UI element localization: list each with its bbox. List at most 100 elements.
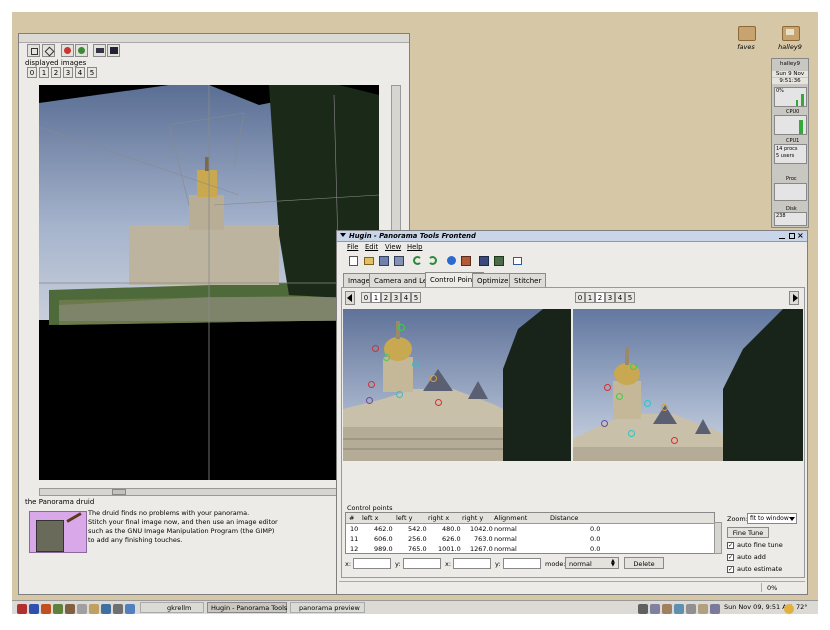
right-image-4[interactable]: 4 — [615, 292, 625, 303]
right-image-0[interactable]: 0 — [575, 292, 585, 303]
col-header-right-x[interactable]: right x — [428, 514, 449, 522]
stitch-icon[interactable] — [461, 256, 471, 266]
desktop-icon-home[interactable]: halley9 — [776, 24, 804, 54]
launcher-icon[interactable] — [41, 604, 51, 614]
panorama-preview-canvas[interactable] — [39, 85, 379, 480]
tray-icon[interactable] — [650, 604, 660, 614]
control-point-marker[interactable] — [372, 345, 379, 352]
right-image-1[interactable]: 1 — [585, 292, 595, 303]
control-point-marker[interactable] — [412, 361, 419, 368]
right-image-3[interactable]: 3 — [605, 292, 615, 303]
task-hugin[interactable]: Hugin - Panorama Tools — [207, 602, 287, 613]
window-menu-icon[interactable] — [340, 233, 346, 237]
table-row[interactable]: 10 462.0 542.0 480.0 1042.0 normal 0.0 — [346, 524, 714, 534]
tray-icon[interactable] — [674, 604, 684, 614]
minimize-icon[interactable] — [779, 233, 785, 239]
auto-estimate-checkbox[interactable]: ✓ — [727, 566, 734, 573]
left-image-3[interactable]: 3 — [391, 292, 401, 303]
menu-edit[interactable]: Edit — [365, 242, 378, 252]
scrollbar-thumb[interactable] — [112, 489, 126, 495]
col-header-left-x[interactable]: left x — [362, 514, 378, 522]
menu-help[interactable]: Help — [407, 242, 423, 252]
control-point-marker[interactable] — [398, 324, 405, 331]
control-point-marker[interactable] — [601, 420, 608, 427]
right-y-input[interactable] — [503, 558, 541, 569]
display-image-3[interactable]: 3 — [63, 67, 73, 78]
new-project-icon[interactable] — [349, 256, 358, 266]
control-point-marker[interactable] — [630, 363, 637, 370]
launcher-icon[interactable] — [101, 604, 111, 614]
delete-button[interactable]: Delete — [624, 557, 664, 569]
menu-file[interactable]: File — [347, 242, 358, 252]
open-project-icon[interactable] — [364, 257, 374, 265]
fine-tune-button[interactable]: Fine Tune — [727, 527, 769, 538]
col-header-distance[interactable]: Distance — [550, 514, 578, 522]
optimize-icon[interactable] — [447, 256, 456, 265]
control-point-marker[interactable] — [435, 399, 442, 406]
fit-icon[interactable] — [27, 44, 40, 57]
table-row[interactable]: 12 989.0 765.0 1001.0 1267.0 normal 0.0 — [346, 544, 714, 553]
control-point-marker[interactable] — [616, 393, 623, 400]
center-icon[interactable] — [42, 44, 55, 57]
col-header-right-y[interactable]: right y — [462, 514, 483, 522]
left-y-input[interactable] — [403, 558, 441, 569]
preview-icon[interactable] — [479, 256, 489, 266]
preview-horizontal-scrollbar[interactable] — [39, 488, 379, 496]
control-points-icon[interactable] — [494, 256, 504, 266]
hugin-titlebar[interactable]: Hugin - Panorama Tools Frontend × — [337, 231, 807, 242]
control-point-marker[interactable] — [604, 384, 611, 391]
right-image-2[interactable]: 2 — [595, 292, 605, 303]
tray-icon[interactable] — [710, 604, 720, 614]
zoom-select[interactable]: fit to window — [747, 513, 797, 524]
control-point-marker[interactable] — [383, 354, 390, 361]
auto-add-checkbox[interactable]: ✓ — [727, 554, 734, 561]
tray-icon[interactable] — [698, 604, 708, 614]
control-point-marker[interactable] — [628, 430, 635, 437]
task-panorama-preview[interactable]: panorama preview — [290, 602, 365, 613]
update-icon[interactable] — [75, 44, 88, 57]
left-image-1[interactable]: 1 — [371, 292, 381, 303]
info-icon[interactable] — [513, 257, 522, 265]
launcher-icon[interactable] — [77, 604, 87, 614]
launcher-icon[interactable] — [125, 604, 135, 614]
show-none-icon[interactable] — [107, 44, 120, 57]
auto-fine-tune-checkbox[interactable]: ✓ — [727, 542, 734, 549]
start-icon[interactable] — [17, 604, 27, 614]
right-x-input[interactable] — [453, 558, 491, 569]
table-scrollbar[interactable] — [714, 522, 722, 554]
left-image-4[interactable]: 4 — [401, 292, 411, 303]
next-image-arrow[interactable] — [789, 291, 799, 305]
tray-icon[interactable] — [662, 604, 672, 614]
display-image-4[interactable]: 4 — [75, 67, 85, 78]
control-point-marker[interactable] — [644, 400, 651, 407]
maximize-icon[interactable] — [789, 233, 795, 239]
task-gkrellm[interactable]: gkrellm — [140, 602, 204, 613]
control-point-marker[interactable] — [671, 437, 678, 444]
close-icon[interactable]: × — [797, 231, 804, 241]
col-header-alignment[interactable]: Alignment — [494, 514, 527, 522]
tab-stitcher[interactable]: Stitcher — [509, 273, 547, 288]
display-image-5[interactable]: 5 — [87, 67, 97, 78]
left-image-2[interactable]: 2 — [381, 292, 391, 303]
control-point-marker[interactable] — [430, 375, 437, 382]
display-image-1[interactable]: 1 — [39, 67, 49, 78]
launcher-icon[interactable] — [29, 604, 39, 614]
left-image-5[interactable]: 5 — [411, 292, 421, 303]
show-all-icon[interactable] — [93, 44, 106, 57]
col-header-number[interactable]: # — [349, 514, 354, 522]
launcher-icon[interactable] — [113, 604, 123, 614]
left-x-input[interactable] — [353, 558, 391, 569]
undo-icon[interactable] — [413, 256, 422, 265]
left-image-view[interactable] — [343, 309, 571, 461]
save-as-icon[interactable] — [394, 256, 404, 266]
tray-icon[interactable] — [686, 604, 696, 614]
launcher-icon[interactable] — [89, 604, 99, 614]
control-point-marker[interactable] — [366, 397, 373, 404]
display-image-0[interactable]: 0 — [27, 67, 37, 78]
right-image-view[interactable] — [573, 309, 803, 461]
launcher-icon[interactable] — [53, 604, 63, 614]
prev-image-arrow[interactable] — [345, 291, 355, 305]
left-image-0[interactable]: 0 — [361, 292, 371, 303]
mode-select[interactable]: normal ▲ ▼ — [565, 557, 619, 569]
control-point-marker[interactable] — [368, 381, 375, 388]
